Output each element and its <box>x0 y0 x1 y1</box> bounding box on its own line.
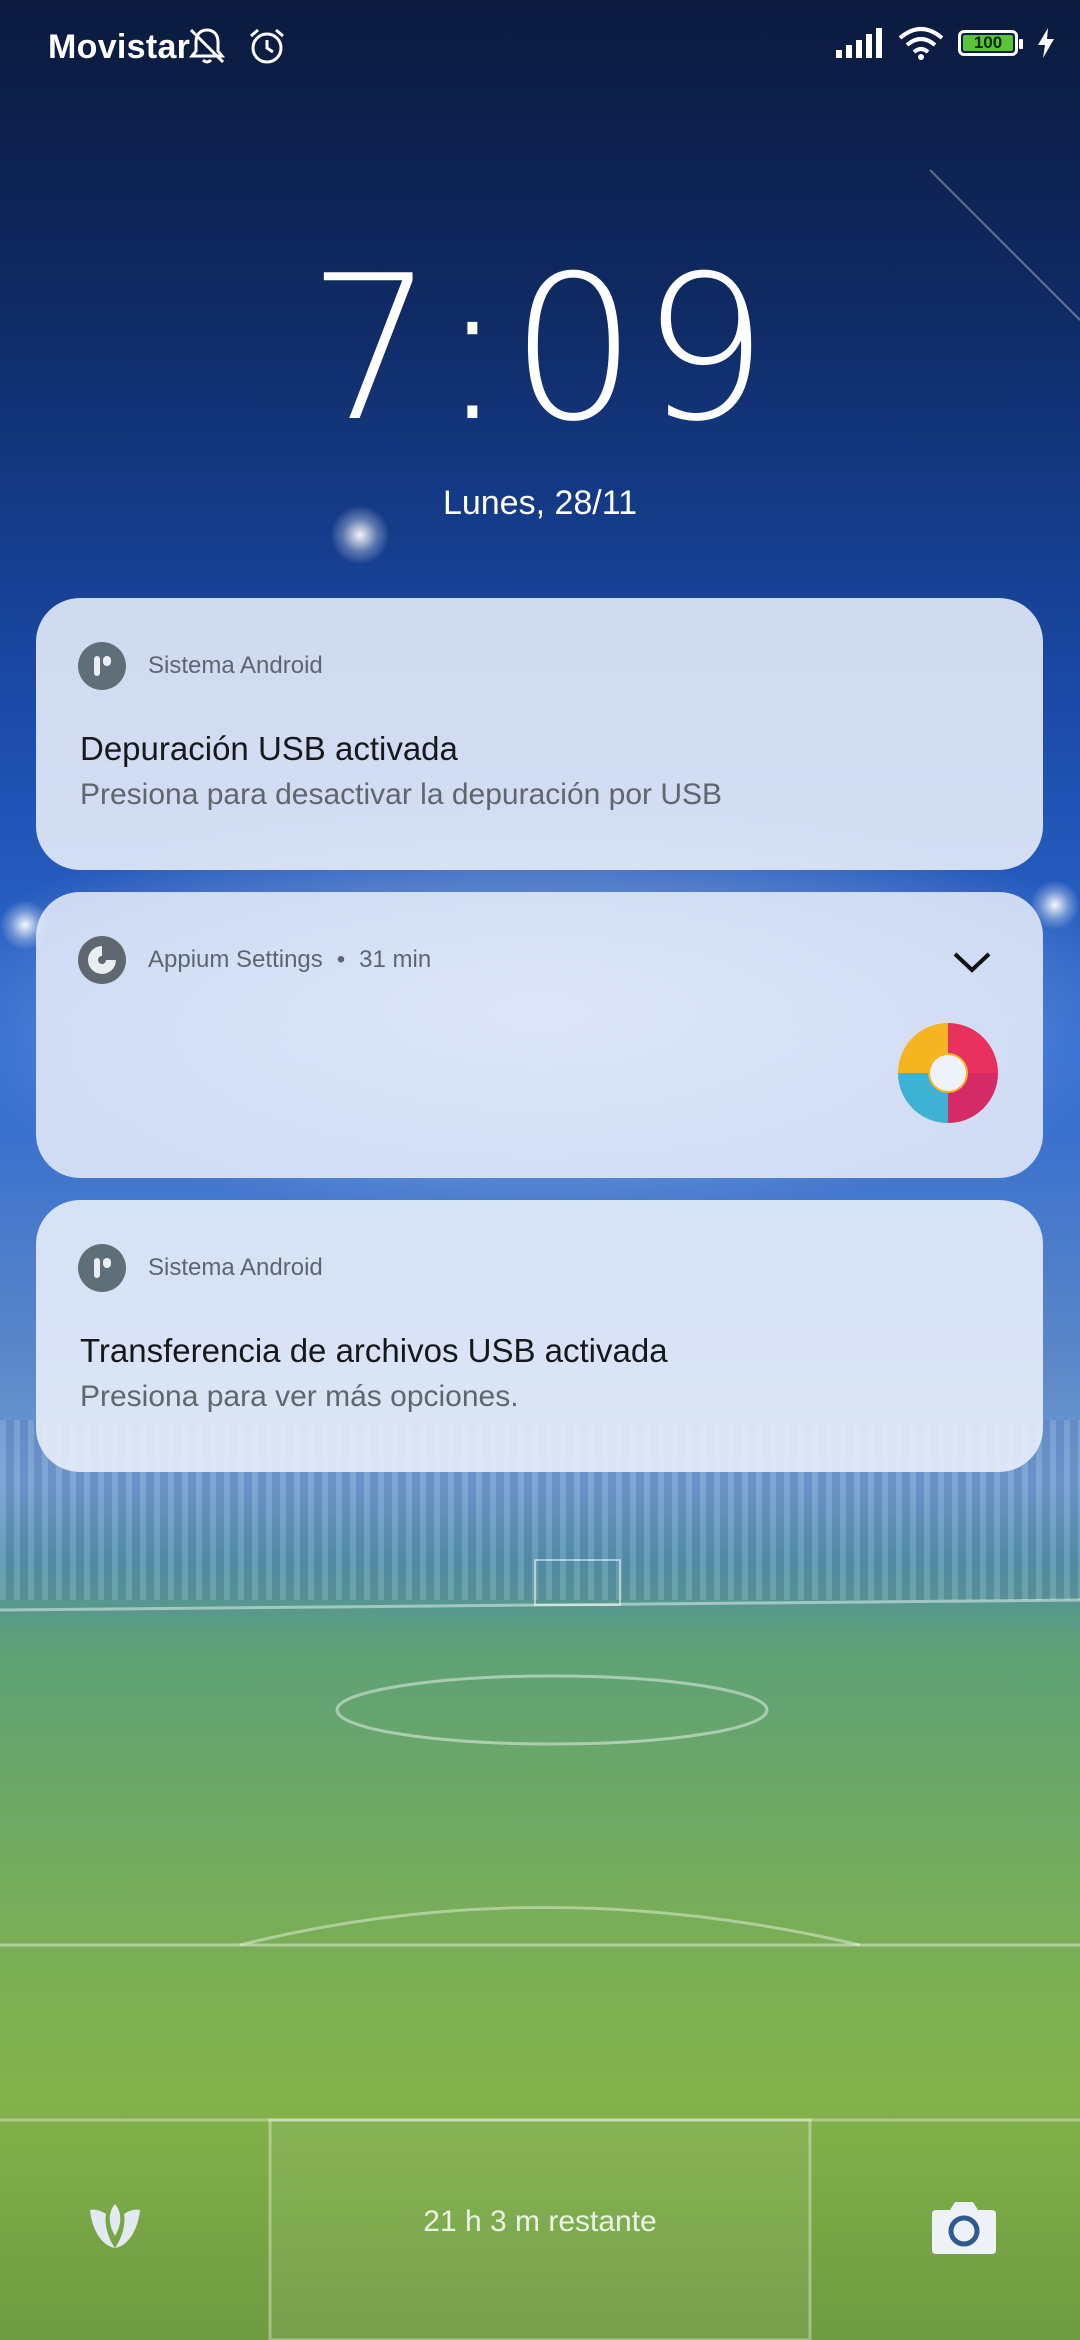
camera-icon[interactable] <box>930 2196 998 2256</box>
android-system-icon <box>78 642 126 690</box>
appium-logo-icon <box>898 1023 998 1123</box>
notification-usb-debugging[interactable]: Sistema Android Depuración USB activada … <box>36 598 1043 870</box>
notification-time: 31 min <box>359 946 432 973</box>
charging-icon <box>1038 28 1054 58</box>
silent-icon <box>188 28 226 64</box>
notification-text: Presiona para desactivar la depuración p… <box>80 778 723 811</box>
notification-app-name: Appium Settings <box>148 946 323 973</box>
notification-title: Transferencia de archivos USB activada <box>80 1332 668 1369</box>
notification-header: Appium Settings • 31 min <box>78 936 431 984</box>
notification-app-name: Sistema Android <box>148 652 323 679</box>
charging-remaining-text: 21 h 3 m restante <box>423 2205 657 2238</box>
lock-date: Lunes, 28/11 <box>442 484 638 522</box>
wifi-icon <box>898 27 944 60</box>
notification-usb-file-transfer[interactable]: Sistema Android Transferencia de archivo… <box>36 1200 1043 1472</box>
signal-icon <box>836 28 882 58</box>
appium-app-icon <box>78 936 126 984</box>
android-system-icon <box>78 1244 126 1292</box>
lock-clock: 7:09 <box>307 233 773 466</box>
notification-text: Presiona para ver más opciones. <box>80 1380 519 1413</box>
chevron-down-icon[interactable] <box>949 944 995 980</box>
notification-header: Sistema Android <box>78 642 323 690</box>
notification-appium-settings[interactable]: Appium Settings • 31 min <box>36 892 1043 1178</box>
carrier-name: Movistar <box>48 28 191 66</box>
battery-icon: 100 <box>958 30 1023 56</box>
battery-level: 100 <box>973 33 1003 52</box>
alarm-icon <box>250 28 284 64</box>
header-separator: • <box>336 946 346 973</box>
status-bar: Movistar 100 <box>0 0 1080 100</box>
notification-header: Sistema Android <box>78 1244 323 1292</box>
notification-title: Depuración USB activada <box>80 730 458 767</box>
lock-screen: Movistar 100 7:09 Lunes, 28/11 Sistema A… <box>0 0 1080 2340</box>
notification-app-name: Sistema Android <box>148 1254 323 1281</box>
